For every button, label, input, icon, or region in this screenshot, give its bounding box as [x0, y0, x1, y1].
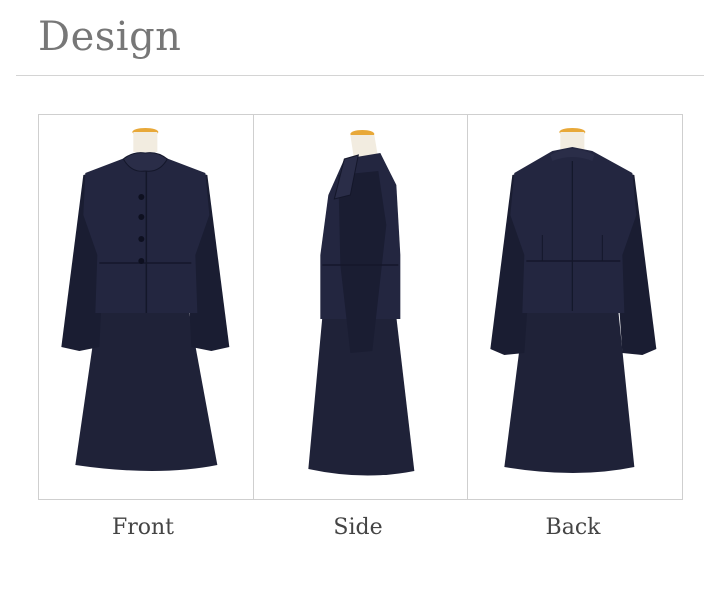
- side-view-panel[interactable]: [254, 115, 469, 499]
- title-divider: [16, 75, 704, 76]
- caption-front: Front: [111, 515, 175, 540]
- caption-back: Back: [545, 515, 601, 540]
- front-view-panel[interactable]: [39, 115, 254, 499]
- page-title: Design: [38, 14, 182, 60]
- side-view-suit-image: [308, 130, 415, 476]
- back-view-panel[interactable]: [468, 115, 682, 499]
- product-view-gallery: [38, 114, 683, 500]
- front-view-suit-image: [61, 128, 230, 471]
- back-view-suit-image: [490, 128, 657, 473]
- caption-side: Side: [333, 515, 383, 540]
